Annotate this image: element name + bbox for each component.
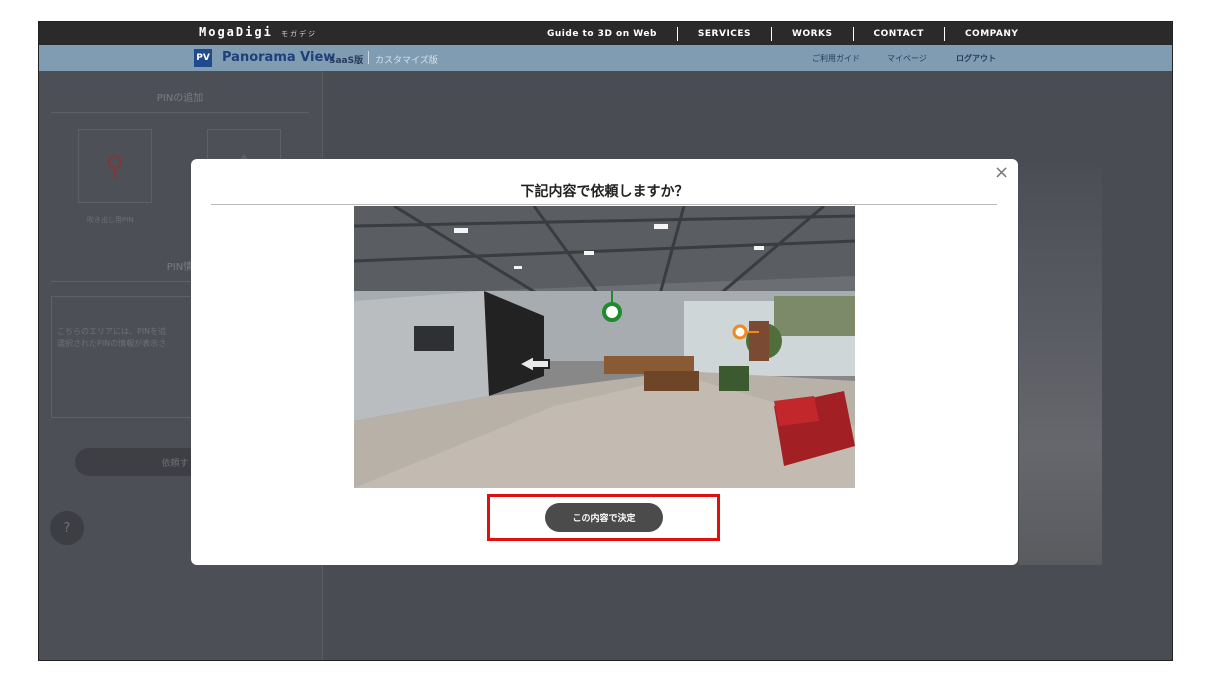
logout-link[interactable]: ログアウト — [956, 53, 996, 64]
app-title[interactable]: Panorama View — [222, 50, 335, 65]
orange-pin-icon[interactable] — [732, 324, 748, 340]
nav-services[interactable]: SERVICES — [676, 26, 771, 41]
map-pin-icon — [107, 154, 123, 180]
add-pin-title: PINの追加 — [51, 89, 309, 113]
green-pin-icon[interactable] — [602, 302, 622, 322]
nav-guide[interactable]: Guide to 3D on Web — [527, 27, 677, 41]
global-header: MogaDigi モガデジ Guide to 3D on Web SERVICE… — [39, 22, 1172, 45]
close-icon[interactable]: × — [994, 162, 1009, 183]
divider — [211, 204, 997, 205]
mypage-link[interactable]: マイページ — [887, 53, 927, 64]
saas-edition-link[interactable]: SaaS版 — [329, 53, 363, 66]
help-icon[interactable]: ? — [50, 511, 84, 545]
nav-works[interactable]: WORKS — [771, 26, 852, 41]
balloon-pin-option[interactable] — [78, 129, 152, 203]
global-nav: Guide to 3D on Web SERVICES WORKS CONTAC… — [527, 22, 1038, 45]
confirm-dialog: 下記内容で依頼しますか？ × この内容で決定 — [191, 159, 1018, 565]
nav-company[interactable]: COMPANY — [943, 26, 1039, 41]
guide-link[interactable]: ご利用ガイド — [812, 53, 860, 64]
dialog-title: 下記内容で依頼しますか？ — [520, 184, 689, 200]
panorama-preview[interactable] — [354, 206, 855, 488]
confirm-button[interactable]: この内容で決定 — [545, 503, 663, 532]
panorama-image — [354, 206, 855, 488]
pv-logo[interactable]: PV — [194, 49, 212, 67]
brand-ruby: モガデジ — [281, 30, 317, 38]
brand-logo[interactable]: MogaDigi — [199, 25, 273, 39]
custom-edition-link[interactable]: カスタマイズ版 — [375, 53, 438, 66]
nav-contact[interactable]: CONTACT — [852, 26, 944, 41]
background-panorama — [1019, 167, 1102, 565]
pin-option-label: 吹き出し用PIN — [87, 216, 134, 224]
divider — [368, 51, 369, 64]
app-header: PV Panorama View SaaS版 カスタマイズ版 ご利用ガイド マイ… — [39, 45, 1172, 71]
